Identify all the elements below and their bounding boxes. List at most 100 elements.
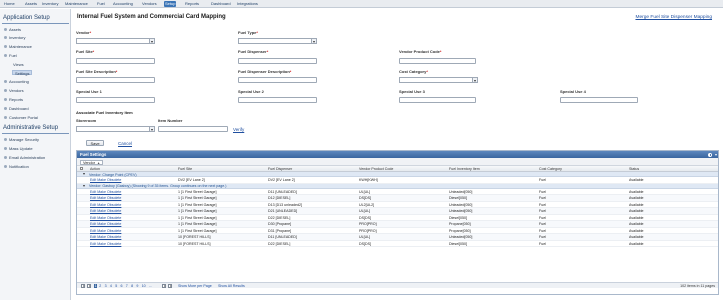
label-text: Cost Category — [399, 69, 427, 74]
sidebar-item-accounting[interactable]: Accounting — [4, 79, 29, 84]
menu-fuel[interactable]: Fuel — [96, 1, 106, 7]
edit-link[interactable]: Edit Make Obsolete — [90, 229, 121, 233]
menu-setup[interactable]: Setup — [164, 1, 177, 7]
item-number-input[interactable] — [158, 126, 228, 132]
required-marker: * — [289, 69, 292, 74]
table-cell: Available — [629, 196, 644, 200]
sidebar-item-label: Reports — [9, 97, 24, 102]
sidebar-item-assets[interactable]: Assets — [4, 27, 21, 32]
app-window: Home Assets Inventory Maintenance Fuel A… — [0, 0, 723, 300]
edit-link[interactable]: Edit Make Obsolete — [90, 242, 121, 246]
edit-link[interactable]: Edit Make Obsolete — [90, 196, 121, 200]
select-all-checkbox[interactable] — [80, 167, 83, 171]
column-header-status[interactable]: Status — [629, 167, 639, 171]
column-header-cost-category[interactable]: Cost Category — [539, 167, 562, 171]
sidebar-item-customer-portal[interactable]: Customer Portal — [4, 115, 38, 120]
edit-link[interactable]: Edit Make Obsolete — [90, 178, 121, 182]
label-text: Fuel Dispenser Description — [238, 69, 290, 74]
sidebar-item-manage-security[interactable]: Manage Security — [4, 137, 39, 142]
table-row: Edit Make Obsolete 10 [FOREST HILLS] D22 [… — [77, 241, 718, 247]
edit-link[interactable]: Edit Make Obsolete — [90, 203, 121, 207]
required-marker: * — [426, 69, 428, 74]
sidebar-item-inventory[interactable]: Inventory — [4, 35, 25, 40]
sidebar-item-reports[interactable]: Reports — [4, 97, 23, 102]
group-chip-vendor[interactable]: Vendor ▲ — [80, 159, 104, 165]
chevron-down-icon[interactable] — [149, 127, 154, 131]
sidebar-item-fuel[interactable]: Fuel — [4, 53, 17, 58]
sidebar-item-maintenance[interactable]: Maintenance — [4, 44, 32, 49]
menu-dashboard[interactable]: Dashboard — [210, 1, 232, 7]
edit-link[interactable]: Edit Make Obsolete — [90, 216, 121, 220]
special-use-1-input[interactable] — [76, 97, 155, 103]
cost-category-select[interactable] — [399, 77, 478, 83]
edit-link[interactable]: Edit Make Obsolete — [90, 222, 121, 226]
vendor-select[interactable] — [76, 38, 155, 44]
menu-inventory[interactable]: Inventory — [41, 1, 59, 7]
fuel-dispenser-description-input[interactable] — [238, 77, 317, 83]
fuel-type-label: Fuel Type* — [238, 30, 258, 35]
fuel-site-label: Fuel Site* — [76, 49, 94, 54]
cancel-link[interactable]: Cancel — [118, 141, 132, 146]
group-chip-label: Vendor — [83, 160, 96, 165]
table-cell: Available — [629, 209, 644, 213]
sidebar-item-mass-update[interactable]: Mass Update — [4, 146, 33, 151]
table-cell: 1 [1 First Street Garage] — [178, 196, 217, 200]
table-cell: KWH[KWH] — [359, 178, 378, 182]
chevron-down-icon[interactable] — [311, 39, 316, 43]
edit-link[interactable]: Edit Make Obsolete — [90, 235, 121, 239]
edit-link[interactable]: Edit Make Obsolete — [90, 209, 121, 213]
chevron-down-icon[interactable] — [472, 78, 477, 82]
table-cell: Fuel — [539, 241, 546, 246]
row-actions: Edit Make Obsolete — [90, 216, 121, 220]
fuel-type-select[interactable] — [238, 38, 317, 44]
column-header-fuel-site[interactable]: Fuel Site — [178, 167, 192, 171]
merge-fuel-site-dispenser-link[interactable]: Merge Fuel Site Dispenser Mapping — [635, 15, 712, 20]
special-use-3-input[interactable] — [399, 97, 476, 103]
required-marker: * — [115, 69, 118, 74]
sidebar-item-notification[interactable]: Notification — [4, 164, 29, 169]
table-cell: 1 [1 First Street Garage] — [178, 209, 217, 213]
column-header-fuel-inventory-item[interactable]: Fuel Inventory Item — [449, 167, 480, 171]
menu-accounting[interactable]: Accounting — [112, 1, 134, 7]
storeroom-select[interactable] — [76, 126, 155, 132]
table-cell: Unleaded[050] — [449, 209, 473, 213]
expand-toggle-icon[interactable] — [83, 173, 85, 176]
save-button[interactable]: Save — [86, 140, 104, 146]
sidebar-subitem-views[interactable]: Views — [13, 62, 24, 67]
menu-maintenance[interactable]: Maintenance — [64, 1, 89, 7]
item-number-label: Item Number — [158, 118, 183, 123]
menu-integrations[interactable]: Integrations — [236, 1, 259, 7]
special-use-3-label: Special Use 3 — [399, 89, 425, 94]
fuel-dispenser-input[interactable] — [238, 58, 317, 64]
expand-toggle-icon[interactable] — [83, 184, 85, 187]
group-label: Vendor: Charge Point (CPEV) — [89, 172, 137, 177]
chevron-down-icon[interactable] — [715, 154, 717, 156]
row-actions: Edit Make Obsolete — [90, 229, 121, 233]
gear-icon[interactable] — [708, 152, 712, 157]
required-marker: * — [92, 49, 95, 54]
menu-assets[interactable]: Assets — [24, 1, 38, 7]
sidebar-item-dashboard[interactable]: Dashboard — [4, 106, 29, 111]
sort-arrow-icon[interactable]: ▲ — [97, 161, 100, 165]
chevron-down-icon[interactable] — [149, 39, 154, 43]
sidebar-item-vendors[interactable]: Vendors — [4, 88, 24, 93]
verify-link[interactable]: Verify — [233, 127, 244, 132]
vendor-product-code-input[interactable] — [399, 58, 476, 64]
sidebar-item-email-administration[interactable]: Email Administration — [4, 155, 45, 160]
menu-reports[interactable]: Reports — [184, 1, 200, 7]
column-header-vendor-product-code[interactable]: Vendor Product Code — [359, 167, 393, 171]
fuel-site-description-input[interactable] — [76, 77, 155, 83]
column-header-action[interactable]: Action — [90, 167, 100, 171]
sidebar-subitem-settings[interactable]: Settings — [12, 70, 33, 76]
fuel-site-input[interactable] — [76, 58, 155, 64]
special-use-2-input[interactable] — [238, 97, 317, 103]
fuel-site-description-label: Fuel Site Description* — [76, 69, 117, 74]
bullet-icon — [4, 116, 7, 120]
menu-home[interactable]: Home — [3, 1, 16, 7]
menu-vendors[interactable]: Vendors — [141, 1, 158, 7]
column-header-fuel-dispenser[interactable]: Fuel Dispenser — [268, 167, 292, 171]
table-cell: Unleaded[050] — [449, 189, 473, 194]
special-use-4-input[interactable] — [560, 97, 638, 103]
bullet-icon — [4, 138, 7, 142]
edit-link[interactable]: Edit Make Obsolete — [90, 190, 121, 194]
